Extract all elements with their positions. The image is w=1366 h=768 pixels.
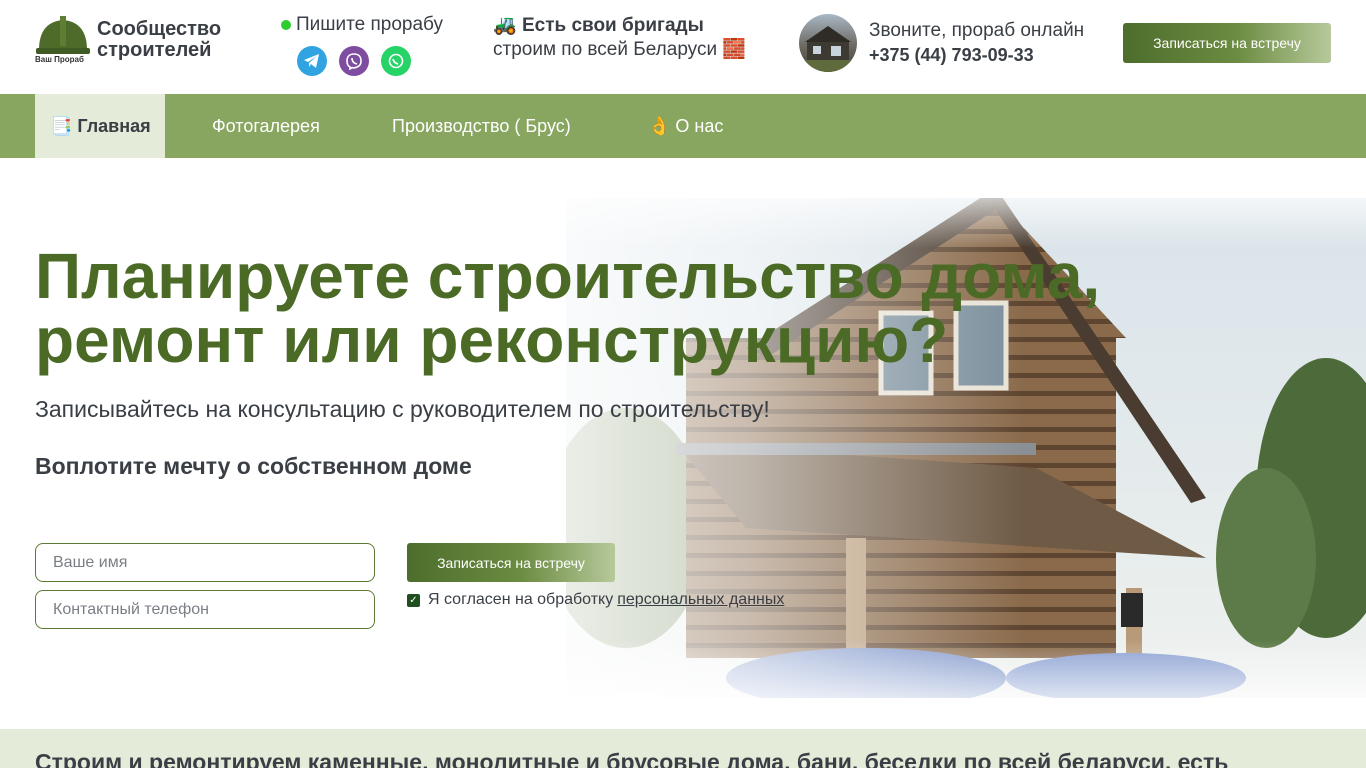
brigades-info: 🚜 Есть свои бригады строим по всей Белар… [493, 14, 746, 62]
hero-subtitle: Записывайтесь на консультацию с руководи… [35, 396, 770, 422]
call-block: Звоните, прораб онлайн +375 (44) 793-09-… [869, 19, 1084, 67]
consent-text: Я согласен на обработку [428, 591, 614, 608]
nav-item-label: О нас [675, 115, 724, 136]
foreman-avatar [799, 14, 857, 72]
image-fade-bottom [0, 640, 1366, 730]
hero-title: Планируете строительство дома, ремонт ил… [35, 240, 1101, 376]
nav-item-about[interactable]: 👌 О нас [648, 94, 723, 158]
brigades-text: строим по всей Беларуси [493, 39, 718, 60]
phone-link[interactable]: +375 (44) 793-09-33 [869, 43, 1084, 67]
brand-line-2: строителей [97, 39, 212, 61]
name-input[interactable] [35, 543, 375, 582]
consent-checkbox[interactable]: ✓ [407, 593, 420, 607]
services-strip: Строим и ремонтируем каменные, монолитны… [0, 729, 1366, 768]
nav-item-production[interactable]: Производство ( Брус) [392, 94, 571, 158]
nav-item-gallery[interactable]: Фотогалерея [212, 94, 320, 158]
hero-book-meeting-button[interactable]: Записаться на встречу [407, 543, 615, 582]
book-meeting-button[interactable]: Записаться на встречу [1123, 23, 1331, 63]
hero-dream-heading: Воплотите мечту о собственном доме [35, 453, 472, 479]
ok-hand-icon: 👌 [648, 115, 671, 136]
viber-icon[interactable] [339, 46, 369, 76]
logo-caption: Ваш Прораб [35, 55, 84, 64]
whatsapp-icon[interactable] [381, 46, 411, 76]
personal-data-link[interactable]: персональных данных [617, 591, 784, 609]
brick-icon: 🧱 [722, 39, 747, 60]
write-label: Пишите прорабу [296, 14, 443, 35]
online-status-icon [281, 20, 291, 30]
brand-name[interactable]: Сообщество строителей [97, 19, 221, 61]
hero-section: Планируете строительство дома, ремонт ил… [0, 158, 1366, 730]
main-nav: 📑 Главная Фотогалерея Производство ( Бру… [0, 94, 1366, 158]
nav-item-label: Производство ( Брус) [392, 115, 571, 136]
nav-item-label: Фотогалерея [212, 115, 320, 136]
image-fade-top [0, 158, 1366, 248]
brigades-heading: Есть свои бригады [521, 15, 704, 36]
brand-line-1: Сообщество [97, 18, 222, 40]
site-header: Ваш Прораб Сообщество строителей Пишите … [0, 0, 1366, 94]
consent-row: ✓ Я согласен на обработку персональных д… [407, 591, 784, 609]
phone-input[interactable] [35, 590, 375, 629]
services-heading: Строим и ремонтируем каменные, монолитны… [35, 749, 1229, 768]
messenger-block: Пишите прорабу [281, 14, 443, 76]
nav-item-home[interactable]: 📑 Главная [35, 94, 165, 158]
nav-item-label: Главная [77, 115, 151, 136]
call-label: Звоните, прораб онлайн [869, 20, 1085, 41]
tractor-icon: 🚜 [493, 15, 517, 36]
telegram-icon[interactable] [297, 46, 327, 76]
document-icon: 📑 [50, 115, 73, 136]
